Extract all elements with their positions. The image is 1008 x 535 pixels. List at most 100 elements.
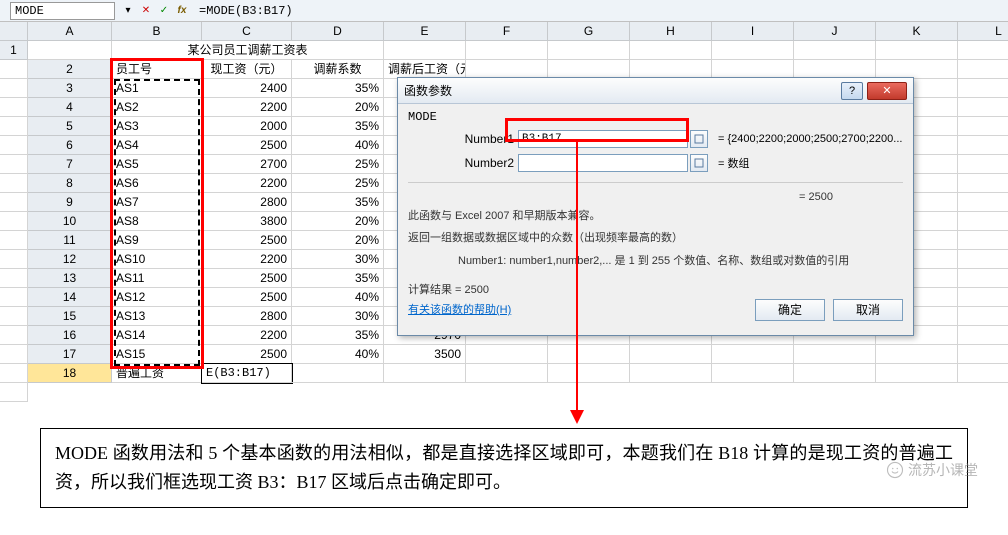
- cell[interactable]: [384, 41, 466, 60]
- dialog-help-button[interactable]: ?: [841, 82, 863, 100]
- cell-salary[interactable]: 2000: [202, 117, 292, 136]
- arg1-input[interactable]: [518, 130, 688, 148]
- col-header-G[interactable]: G: [548, 22, 630, 41]
- cell[interactable]: [0, 174, 28, 193]
- cell[interactable]: [548, 345, 630, 364]
- cell[interactable]: [712, 364, 794, 383]
- cell[interactable]: [548, 364, 630, 383]
- cell-rate[interactable]: 35%: [292, 326, 384, 345]
- cell[interactable]: [0, 307, 28, 326]
- cell[interactable]: [958, 364, 1008, 383]
- function-help-link[interactable]: 有关该函数的帮助(H): [408, 304, 511, 316]
- cell[interactable]: [0, 193, 28, 212]
- cell[interactable]: [958, 307, 1008, 326]
- cell[interactable]: [0, 364, 28, 383]
- cell[interactable]: [958, 288, 1008, 307]
- cell[interactable]: [0, 79, 28, 98]
- cell[interactable]: [0, 250, 28, 269]
- cell-emp-id[interactable]: AS14: [112, 326, 202, 345]
- cell-emp-id[interactable]: AS5: [112, 155, 202, 174]
- cell-salary[interactable]: 2200: [202, 326, 292, 345]
- cell[interactable]: [0, 269, 28, 288]
- cell[interactable]: [0, 383, 28, 402]
- cell-rate[interactable]: 20%: [292, 231, 384, 250]
- cell[interactable]: [794, 364, 876, 383]
- cell[interactable]: [712, 345, 794, 364]
- cell[interactable]: [958, 231, 1008, 250]
- formula-input[interactable]: =MODE(B3:B17): [195, 4, 1008, 18]
- row-header[interactable]: 7: [28, 155, 112, 174]
- row-header-active[interactable]: 18: [28, 364, 112, 383]
- cell-salary[interactable]: 2800: [202, 307, 292, 326]
- col-header-I[interactable]: I: [712, 22, 794, 41]
- row-header[interactable]: 2: [28, 60, 112, 79]
- cell-emp-id[interactable]: AS9: [112, 231, 202, 250]
- cell[interactable]: [0, 231, 28, 250]
- row-header[interactable]: 5: [28, 117, 112, 136]
- cell[interactable]: [712, 41, 794, 60]
- cell[interactable]: [466, 345, 548, 364]
- cell-emp-id[interactable]: AS3: [112, 117, 202, 136]
- arg1-range-button[interactable]: [690, 130, 708, 148]
- col-header-H[interactable]: H: [630, 22, 712, 41]
- cell-rate[interactable]: 40%: [292, 345, 384, 364]
- fx-icon[interactable]: fx: [175, 4, 189, 18]
- cell-emp-id[interactable]: AS10: [112, 250, 202, 269]
- row-header[interactable]: 11: [28, 231, 112, 250]
- cell[interactable]: [548, 41, 630, 60]
- cell-rate[interactable]: 30%: [292, 250, 384, 269]
- cell[interactable]: [958, 155, 1008, 174]
- cell-rate[interactable]: 35%: [292, 193, 384, 212]
- cell-rate[interactable]: 35%: [292, 79, 384, 98]
- row-header[interactable]: 4: [28, 98, 112, 117]
- col-header-F[interactable]: F: [466, 22, 548, 41]
- cell[interactable]: [0, 117, 28, 136]
- arg2-range-button[interactable]: [690, 154, 708, 172]
- cell-salary[interactable]: 2200: [202, 98, 292, 117]
- cell-salary[interactable]: 2200: [202, 250, 292, 269]
- arg2-input[interactable]: [518, 154, 688, 172]
- col-header-A[interactable]: A: [28, 22, 112, 41]
- cell-emp-id[interactable]: AS12: [112, 288, 202, 307]
- cell[interactable]: [0, 60, 28, 79]
- cell[interactable]: [384, 364, 466, 383]
- cell-emp-id[interactable]: AS4: [112, 136, 202, 155]
- cell[interactable]: [958, 60, 1008, 79]
- cell-emp-id[interactable]: AS13: [112, 307, 202, 326]
- cell-emp-id[interactable]: AS15: [112, 345, 202, 364]
- cancel-button[interactable]: 取消: [833, 299, 903, 321]
- cell-emp-id[interactable]: AS7: [112, 193, 202, 212]
- cell[interactable]: [0, 326, 28, 345]
- cell[interactable]: [0, 288, 28, 307]
- cell-salary[interactable]: 2400: [202, 79, 292, 98]
- cell[interactable]: [958, 174, 1008, 193]
- cell-rate[interactable]: 20%: [292, 212, 384, 231]
- dialog-close-button[interactable]: ✕: [867, 82, 907, 100]
- cell[interactable]: [0, 155, 28, 174]
- cell-rate[interactable]: 20%: [292, 98, 384, 117]
- cell-rate[interactable]: 30%: [292, 307, 384, 326]
- header-b[interactable]: 现工资（元）: [202, 60, 292, 79]
- cell-new-salary[interactable]: 3500: [384, 345, 466, 364]
- cell[interactable]: [630, 364, 712, 383]
- cell-formula-active[interactable]: E(B3:B17): [202, 364, 292, 383]
- cell-salary[interactable]: 3800: [202, 212, 292, 231]
- cell[interactable]: [28, 41, 112, 60]
- cell[interactable]: [794, 345, 876, 364]
- cell[interactable]: [466, 41, 548, 60]
- col-header-K[interactable]: K: [876, 22, 958, 41]
- cell-salary[interactable]: 2500: [202, 269, 292, 288]
- row-header[interactable]: 3: [28, 79, 112, 98]
- cell[interactable]: [958, 79, 1008, 98]
- cell[interactable]: [0, 212, 28, 231]
- cell[interactable]: [876, 41, 958, 60]
- confirm-icon[interactable]: ✓: [157, 4, 171, 18]
- cell-salary[interactable]: 2500: [202, 345, 292, 364]
- cell[interactable]: [958, 41, 1008, 60]
- col-header-E[interactable]: E: [384, 22, 466, 41]
- cell[interactable]: [958, 345, 1008, 364]
- cell-salary[interactable]: 2500: [202, 136, 292, 155]
- row-header[interactable]: 10: [28, 212, 112, 231]
- cell-salary[interactable]: 2500: [202, 288, 292, 307]
- cell-rate[interactable]: 35%: [292, 117, 384, 136]
